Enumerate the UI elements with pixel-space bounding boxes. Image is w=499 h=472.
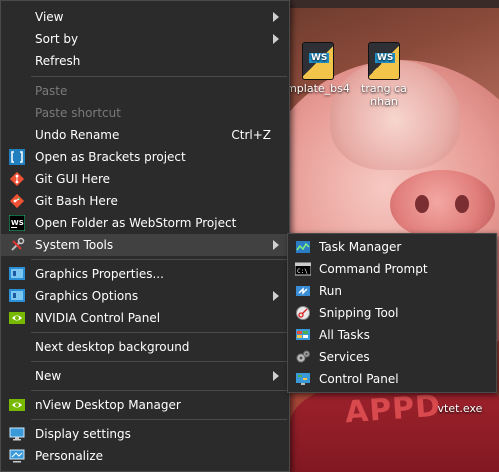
chevron-right-icon [273,12,279,22]
menu-item-new[interactable]: New [1,365,289,387]
all-tasks-icon [296,329,310,340]
menu-item-display-settings[interactable]: Display settings [1,423,289,445]
submenu-item-services[interactable]: Services [288,346,496,368]
wallpaper-top-strip [285,0,499,8]
intel-graphics-icon [9,267,25,280]
svg-text:WS: WS [11,219,24,227]
menu-item-open-webstorm[interactable]: WS Open Folder as WebStorm Project [1,212,289,234]
menu-separator [31,76,287,77]
submenu-item-label: Services [319,350,370,364]
desktop-icon-template[interactable]: WS mplate_bs4 [280,42,356,95]
menu-item-label: Open Folder as WebStorm Project [35,216,237,230]
submenu-item-command-prompt[interactable]: C:\ Command Prompt [288,258,496,280]
menu-separator [31,332,287,333]
menu-item-view[interactable]: View [1,6,289,28]
desktop-icon-label: mplate_bs4 [286,82,350,95]
menu-separator [31,361,287,362]
control-panel-icon [296,373,310,385]
svg-text:C:\: C:\ [297,268,308,275]
menu-item-paste-shortcut: Paste shortcut [1,102,289,124]
desktop-context-menu: View Sort by Refresh Paste Paste shortcu… [0,0,290,472]
menu-separator [31,419,287,420]
menu-item-git-gui[interactable]: Git GUI Here [1,168,289,190]
menu-item-label: nView Desktop Manager [35,398,181,412]
menu-item-nvidia-control-panel[interactable]: NVIDIA Control Panel [1,307,289,329]
chevron-right-icon [273,371,279,381]
services-icon [296,350,310,363]
menu-item-open-brackets[interactable]: Open as Brackets project [1,146,289,168]
menu-item-system-tools[interactable]: System Tools [1,234,289,256]
webstorm-icon: WS [9,215,25,231]
brackets-icon [9,149,25,165]
tools-icon [11,237,25,251]
system-tools-submenu: Task Manager C:\ Command Prompt Run Snip… [287,233,497,393]
submenu-item-control-panel[interactable]: Control Panel [288,368,496,390]
snipping-tool-icon [296,306,310,320]
submenu-item-label: Run [319,284,343,298]
wallpaper-nostril-left [415,195,429,213]
menu-item-graphics-properties[interactable]: Graphics Properties... [1,263,289,285]
menu-item-label: Sort by [35,32,79,46]
menu-item-label: NVIDIA Control Panel [35,311,161,325]
personalize-icon [9,449,25,463]
submenu-item-run[interactable]: Run [288,280,496,302]
menu-item-label: Open as Brackets project [35,150,186,164]
webstorm-file-icon: WS [368,42,400,80]
display-icon [9,427,25,441]
submenu-item-task-manager[interactable]: Task Manager [288,236,496,258]
desktop-icon-label: vtet.exe [437,402,483,415]
menu-item-label: New [35,369,62,383]
menu-separator [31,259,287,260]
menu-item-label: Git Bash Here [35,194,118,208]
menu-item-label: Paste shortcut [35,106,121,120]
wallpaper-nostril-right [455,195,469,213]
submenu-item-snipping-tool[interactable]: Snipping Tool [288,302,496,324]
menu-item-label: View [35,10,64,24]
menu-item-shortcut: Ctrl+Z [231,128,271,142]
menu-item-label: Refresh [35,54,81,68]
menu-item-nview-desktop-manager[interactable]: nView Desktop Manager [1,394,289,416]
submenu-item-label: All Tasks [319,328,370,342]
chevron-right-icon [273,291,279,301]
menu-item-refresh[interactable]: Refresh [1,50,289,72]
menu-item-label: Next desktop background [35,340,190,354]
menu-item-label: Personalize [35,449,104,463]
menu-item-label: Paste [35,84,68,98]
git-bash-icon [9,193,25,209]
nvidia-icon [9,312,25,324]
chevron-right-icon [273,240,279,250]
command-prompt-icon: C:\ [295,262,311,276]
menu-item-undo-rename[interactable]: Undo Rename Ctrl+Z [1,124,289,146]
submenu-item-label: Task Manager [319,240,402,254]
submenu-item-label: Snipping Tool [319,306,399,320]
git-gui-icon [9,171,25,187]
menu-item-git-bash[interactable]: Git Bash Here [1,190,289,212]
menu-item-next-desktop-background[interactable]: Next desktop background [1,336,289,358]
desktop-icon-vtet[interactable]: vtet.exe [422,402,498,415]
menu-item-sort-by[interactable]: Sort by [1,28,289,50]
wallpaper-pig-snout [390,170,495,240]
menu-item-label: System Tools [35,238,114,252]
webstorm-file-icon: WS [302,42,334,80]
menu-item-label: Display settings [35,427,131,441]
menu-separator [31,390,287,391]
intel-graphics-icon [9,289,25,302]
submenu-item-label: Command Prompt [319,262,428,276]
submenu-item-label: Control Panel [319,372,399,386]
menu-item-paste: Paste [1,80,289,102]
desktop-icon-label: trang ca nhan [361,82,407,108]
task-manager-icon [296,241,310,253]
desktop-icon-trang-ca-nhan[interactable]: WS trang ca nhan [346,42,422,108]
chevron-right-icon [273,34,279,44]
menu-item-label: Graphics Options [35,289,139,303]
menu-item-label: Graphics Properties... [35,267,164,281]
menu-item-graphics-options[interactable]: Graphics Options [1,285,289,307]
nvidia-icon [9,399,25,411]
submenu-item-all-tasks[interactable]: All Tasks [288,324,496,346]
menu-item-label: Undo Rename [35,128,120,142]
menu-item-label: Git GUI Here [35,172,111,186]
menu-item-personalize[interactable]: Personalize [1,445,289,467]
run-icon [296,286,310,296]
